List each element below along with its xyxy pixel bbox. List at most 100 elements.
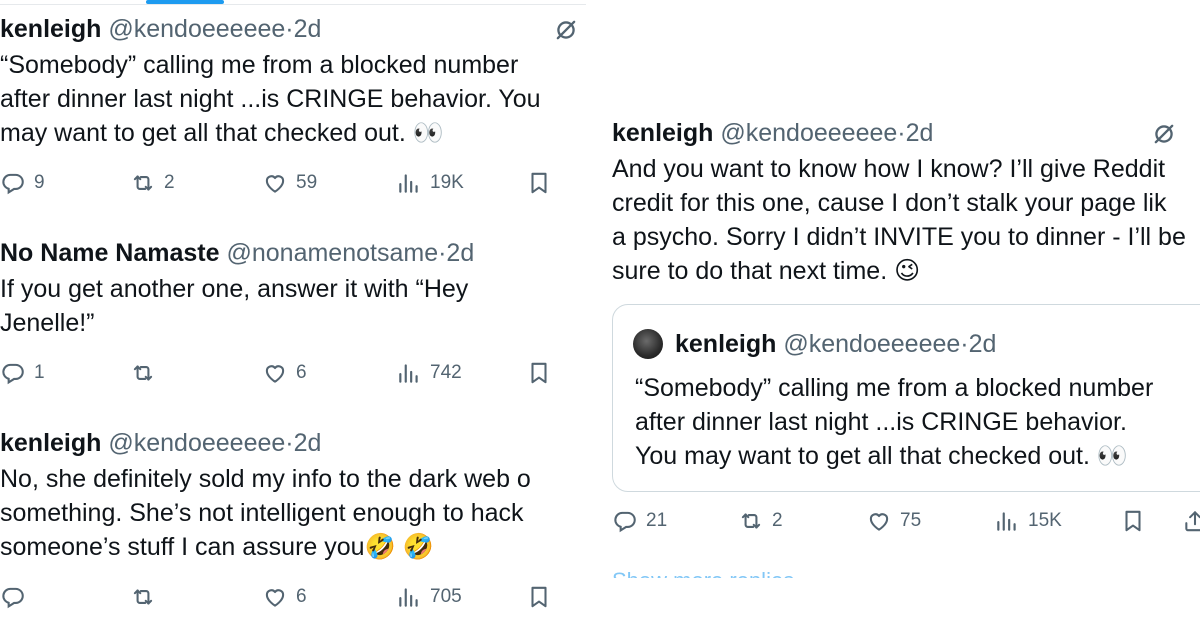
tweet-time[interactable]: 2d xyxy=(906,119,934,147)
tweet-text-line: a psycho. Sorry I didn’t INVITE you to d… xyxy=(612,223,1186,251)
quoted-tweet-card[interactable]: kenleigh @kendoeeeeee·2d “Somebody” call… xyxy=(612,304,1200,492)
share-button[interactable] xyxy=(1182,508,1200,534)
separator-dot: · xyxy=(285,429,294,457)
author-handle[interactable]: @nonamenotsame xyxy=(226,239,438,267)
views-count: 742 xyxy=(430,362,462,383)
tweet-actions: 1 6 742 xyxy=(0,360,560,390)
tweet-time: 2d xyxy=(968,330,997,358)
repost-button[interactable]: 2 xyxy=(738,508,783,534)
tweet-time[interactable]: 2d xyxy=(446,239,474,267)
views-button[interactable]: 705 xyxy=(396,584,462,610)
tweet-text-line: someone’s stuff I can assure you🤣 🤣 xyxy=(0,533,434,561)
reply-tweet-1[interactable]: kenleigh @kendoeeeeee·2d “Somebody” call… xyxy=(0,14,586,150)
avatar[interactable] xyxy=(633,329,663,359)
like-icon xyxy=(262,170,288,196)
bookmark-button[interactable] xyxy=(526,360,560,386)
tweet-actions: 6 705 xyxy=(0,584,560,614)
repost-button[interactable] xyxy=(130,584,164,610)
tweet-text-line: You may want to get all that checked out… xyxy=(635,442,1128,470)
like-button[interactable]: 59 xyxy=(262,170,317,196)
tweet-header: kenleigh @kendoeeeeee·2d xyxy=(0,428,586,458)
reply-count: 21 xyxy=(646,510,668,531)
reply-button[interactable]: 21 xyxy=(612,508,667,534)
left-screenshot-panel: kenleigh @kendoeeeeee·2d “Somebody” call… xyxy=(0,0,586,628)
reply-tweet-2[interactable]: No Name Namaste @nonamenotsame·2d If you… xyxy=(0,238,586,340)
reply-count: 1 xyxy=(34,362,45,383)
like-count: 6 xyxy=(296,586,307,607)
views-icon xyxy=(396,360,422,386)
tweet-text-line: “Somebody” calling me from a blocked num… xyxy=(0,51,519,79)
tweet-text: No, she definitely sold my info to the d… xyxy=(0,462,586,564)
author-name[interactable]: kenleigh xyxy=(612,119,713,147)
tweet-text-line: Jenelle!” xyxy=(0,309,95,337)
views-count: 705 xyxy=(430,586,462,607)
mute-icon[interactable] xyxy=(552,16,580,44)
bookmark-icon xyxy=(526,360,552,386)
author-name[interactable]: kenleigh xyxy=(0,15,101,43)
author-handle[interactable]: @kendoeeeeee xyxy=(108,15,285,43)
views-icon xyxy=(994,508,1020,534)
reply-icon xyxy=(0,584,26,610)
separator-dot: · xyxy=(285,15,294,43)
quote-tweet[interactable]: kenleigh @kendoeeeeee·2d And you want to… xyxy=(612,118,1200,288)
tweet-time[interactable]: 2d xyxy=(294,15,322,43)
bookmark-button[interactable] xyxy=(526,170,560,196)
views-count: 19K xyxy=(430,172,464,193)
bookmark-icon xyxy=(526,170,552,196)
tweet-text: “Somebody” calling me from a blocked num… xyxy=(0,48,586,150)
bookmark-button[interactable] xyxy=(526,584,560,610)
views-icon xyxy=(396,170,422,196)
views-button[interactable]: 15K xyxy=(994,508,1062,534)
like-icon xyxy=(866,508,892,534)
mute-icon[interactable] xyxy=(1150,120,1178,148)
panel-divider xyxy=(586,0,604,628)
reply-icon xyxy=(0,170,26,196)
author-handle[interactable]: @kendoeeeeee xyxy=(108,429,285,457)
repost-count: 2 xyxy=(772,510,783,531)
author-handle[interactable]: @kendoeeeeee xyxy=(720,119,897,147)
repost-icon xyxy=(130,584,156,610)
like-button[interactable]: 6 xyxy=(262,360,307,386)
show-more-replies-link[interactable]: Show more replies xyxy=(612,566,794,578)
quoted-tweet-header: kenleigh @kendoeeeeee·2d xyxy=(675,329,996,359)
tweet-text-line: may want to get all that checked out. 👀 xyxy=(0,119,444,147)
reply-icon xyxy=(0,360,26,386)
like-count: 59 xyxy=(296,172,318,193)
tweet-text-line: No, she definitely sold my info to the d… xyxy=(0,465,531,493)
reply-button[interactable]: 1 xyxy=(0,360,45,386)
quoted-tweet-text: “Somebody” calling me from a blocked num… xyxy=(635,371,1153,473)
tweet-text: And you want to know how I know? I’ll gi… xyxy=(612,152,1200,288)
author-handle: @kendoeeeeee xyxy=(783,330,961,358)
right-screenshot-panel: kenleigh @kendoeeeeee·2d And you want to… xyxy=(604,0,1200,628)
bookmark-button[interactable] xyxy=(1120,508,1154,534)
like-count: 6 xyxy=(296,362,307,383)
reply-button[interactable] xyxy=(0,584,34,610)
tab-indicator-line xyxy=(0,0,586,5)
views-count: 15K xyxy=(1028,510,1062,531)
tweet-text-line: sure to do that next time. 😉 xyxy=(612,257,921,285)
tweet-text-line: “Somebody” calling me from a blocked num… xyxy=(635,374,1154,402)
tweet-header: kenleigh @kendoeeeeee·2d xyxy=(0,14,586,44)
reply-tweet-3[interactable]: kenleigh @kendoeeeeee·2d No, she definit… xyxy=(0,428,586,564)
author-name[interactable]: kenleigh xyxy=(0,429,101,457)
tweet-text-line: And you want to know how I know? I’ll gi… xyxy=(612,155,1166,183)
like-button[interactable]: 75 xyxy=(866,508,921,534)
tweet-actions: 9 2 59 19K xyxy=(0,170,560,200)
repost-button[interactable]: 2 xyxy=(130,170,175,196)
views-button[interactable]: 19K xyxy=(396,170,464,196)
views-icon xyxy=(396,584,422,610)
separator-dot: · xyxy=(960,330,969,358)
tweet-header: No Name Namaste @nonamenotsame·2d xyxy=(0,238,586,268)
like-button[interactable]: 6 xyxy=(262,584,307,610)
tweet-text-line: something. She’s not intelligent enough … xyxy=(0,499,524,527)
reply-button[interactable]: 9 xyxy=(0,170,45,196)
reply-count: 9 xyxy=(34,172,45,193)
views-button[interactable]: 742 xyxy=(396,360,462,386)
author-name[interactable]: No Name Namaste xyxy=(0,239,220,267)
tweet-time[interactable]: 2d xyxy=(294,429,322,457)
tweet-text-line: after dinner last night ...is CRINGE beh… xyxy=(0,85,541,113)
repost-button[interactable] xyxy=(130,360,164,386)
reply-icon xyxy=(612,508,638,534)
bookmark-icon xyxy=(1120,508,1146,534)
tweet-text: If you get another one, answer it with “… xyxy=(0,272,586,340)
